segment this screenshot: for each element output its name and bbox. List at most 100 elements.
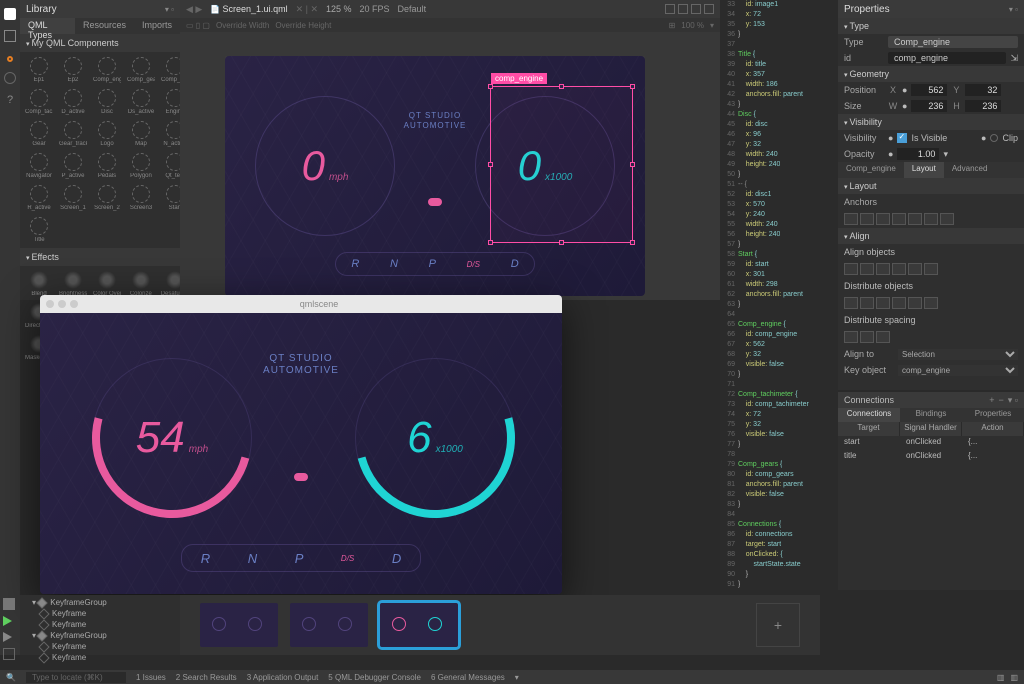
snap-icon[interactable]	[678, 4, 688, 14]
export-icon[interactable]: ⇲	[1010, 53, 1018, 64]
align-to-select[interactable]: Selection	[898, 349, 1018, 360]
component-item[interactable]: Ds_active	[125, 87, 157, 117]
section-geometry[interactable]: Geometry	[838, 66, 1024, 82]
minimize-icon[interactable]	[58, 300, 66, 308]
y-input[interactable]: 32	[965, 84, 1001, 96]
link-icon[interactable]: ●	[888, 149, 893, 159]
close-icon[interactable]	[46, 300, 54, 308]
timeline-item[interactable]: Keyframe	[20, 608, 180, 619]
state-thumb[interactable]	[200, 603, 278, 647]
timeline-item[interactable]: Keyframe	[20, 652, 180, 663]
section-align[interactable]: Align	[838, 228, 1024, 244]
tab-search-results[interactable]: 2 Search Results	[176, 673, 237, 682]
panel-menu-icon[interactable]: ▾ ▫	[1009, 5, 1018, 14]
welcome-icon[interactable]	[4, 8, 16, 20]
link-icon[interactable]: ●	[902, 101, 907, 111]
h-input[interactable]: 236	[965, 100, 1001, 112]
component-item[interactable]: Screen3	[125, 183, 157, 213]
timeline-tree[interactable]: ▾ KeyframeGroupKeyframeKeyframe▾ Keyfram…	[20, 595, 180, 655]
tab-resources[interactable]: Resources	[75, 18, 134, 34]
link-icon[interactable]: ●	[888, 133, 893, 143]
x-input[interactable]: 562	[911, 84, 947, 96]
zoom-level[interactable]: 125 %	[326, 4, 352, 14]
locator-input[interactable]: Type to locate (⌘K)	[26, 672, 126, 683]
run-icon[interactable]	[3, 616, 12, 626]
stop-icon[interactable]	[3, 648, 15, 660]
component-item[interactable]: Ep2	[57, 55, 89, 85]
link-icon[interactable]: ●	[981, 133, 986, 143]
code-editor[interactable]: 33 id: image134 x: 7235 y: 15336}3738Tit…	[720, 0, 838, 590]
tab-issues[interactable]: 1 Issues	[136, 673, 166, 682]
connection-row[interactable]: titleonClicked{...	[838, 450, 1024, 464]
override-height[interactable]: Override Height	[275, 21, 331, 30]
type-value[interactable]: Comp_engine	[888, 36, 1018, 48]
add-state-button[interactable]: +	[756, 603, 800, 647]
state-thumb[interactable]	[290, 603, 368, 647]
tab-connections[interactable]: Connections	[838, 408, 900, 422]
component-item[interactable]: Screen_2	[91, 183, 123, 213]
add-icon[interactable]: +	[989, 395, 994, 406]
tab-layout[interactable]: Layout	[904, 162, 944, 178]
build-icon[interactable]	[3, 598, 15, 610]
style-dropdown[interactable]: Default	[398, 4, 427, 14]
component-item[interactable]: Polygon	[125, 151, 157, 181]
preview-titlebar[interactable]: qmlscene	[40, 295, 562, 313]
section-visibility[interactable]: Visibility	[838, 114, 1024, 130]
component-item[interactable]: Logo	[91, 119, 123, 149]
component-item[interactable]: R_active	[23, 183, 55, 213]
selection-box[interactable]: comp_engine	[490, 86, 633, 243]
state-thumb-selected[interactable]	[380, 603, 458, 647]
component-item[interactable]: Ep1	[23, 55, 55, 85]
component-item[interactable]: P_active	[57, 151, 89, 181]
component-item[interactable]: Gear	[23, 119, 55, 149]
component-item[interactable]: Pedals	[91, 151, 123, 181]
tab-properties[interactable]: Properties	[962, 408, 1024, 422]
visible-checkbox[interactable]	[897, 133, 907, 143]
edit-icon[interactable]	[4, 30, 16, 42]
tab-qml-types[interactable]: QML Types	[20, 18, 75, 34]
tab-comp-engine[interactable]: Comp_engine	[838, 162, 904, 178]
tab-bindings[interactable]: Bindings	[900, 408, 962, 422]
design-icon[interactable]	[7, 56, 13, 62]
component-item[interactable]: Gear_track	[57, 119, 89, 149]
sidebar-toggle-icon[interactable]: ▥	[1010, 673, 1018, 682]
section-effects[interactable]: Effects	[20, 248, 180, 266]
component-item[interactable]: Comp_tac..2	[23, 87, 55, 117]
search-icon[interactable]: 🔍	[6, 673, 16, 682]
grid-icon[interactable]	[665, 4, 675, 14]
zoom2[interactable]: 100 %	[681, 21, 704, 30]
timeline-item[interactable]: ▾ KeyframeGroup	[20, 597, 180, 608]
section-layout[interactable]: Layout	[838, 178, 1024, 194]
component-item[interactable]: Screen_1	[57, 183, 89, 213]
component-item[interactable]: Navigator	[23, 151, 55, 181]
component-item[interactable]: D_active	[57, 87, 89, 117]
timeline-item[interactable]: Keyframe	[20, 619, 180, 630]
bounds-icon[interactable]	[691, 4, 701, 14]
timeline-item[interactable]: Keyframe	[20, 641, 180, 652]
opacity-input[interactable]: 1.00	[897, 148, 939, 160]
tab-qml-console[interactable]: 5 QML Debugger Console	[328, 673, 421, 682]
debug-icon[interactable]	[4, 72, 16, 84]
maximize-icon[interactable]	[70, 300, 78, 308]
help-icon[interactable]: ?	[7, 94, 13, 106]
run-debug-icon[interactable]	[3, 632, 12, 642]
sidebar-toggle-icon[interactable]: ▥	[997, 673, 1005, 682]
canvas-editor[interactable]: QT STUDIOAUTOMOTIVE 0mph 0x1000 R N P D/…	[180, 32, 720, 300]
speed-gauge[interactable]: 0mph	[255, 96, 395, 236]
open-file-name[interactable]: Screen_1.ui.qml	[210, 4, 287, 14]
clip-checkbox[interactable]	[990, 134, 998, 142]
timeline-item[interactable]: ▾ KeyframeGroup	[20, 630, 180, 641]
component-item[interactable]: Map	[125, 119, 157, 149]
remove-icon[interactable]: −	[999, 395, 1004, 406]
component-item[interactable]: Comp_gears	[125, 55, 157, 85]
connection-row[interactable]: startonClicked{...	[838, 436, 1024, 450]
component-item[interactable]: Comp_engine	[91, 55, 123, 85]
component-item[interactable]: Disc	[91, 87, 123, 117]
component-item[interactable]: Title	[23, 215, 55, 245]
tab-imports[interactable]: Imports	[134, 18, 180, 34]
preview-window[interactable]: qmlscene QT STUDIOAUTOMOTIVE 54mph 6x100…	[40, 295, 562, 594]
tab-app-output[interactable]: 3 Application Output	[247, 673, 319, 682]
section-type[interactable]: Type	[838, 18, 1024, 34]
w-input[interactable]: 236	[911, 100, 947, 112]
panel-menu-icon[interactable]: ▾ ▫	[165, 5, 174, 14]
